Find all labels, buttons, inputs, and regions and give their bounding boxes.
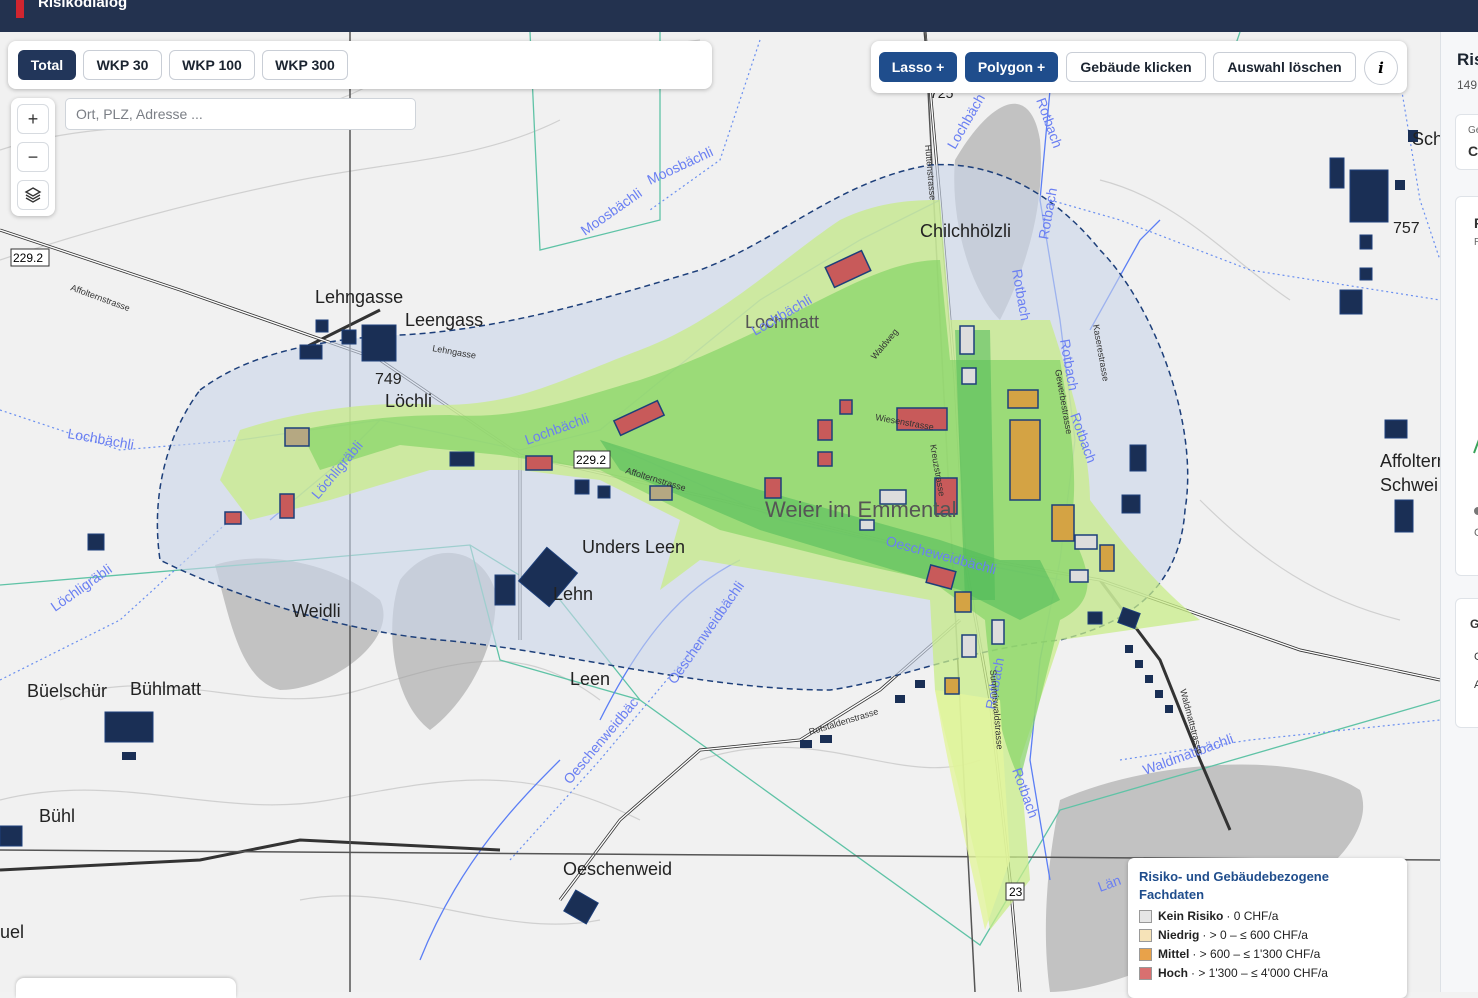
side-card-label: Ge (1468, 125, 1478, 136)
svg-text:Büelschür: Büelschür (27, 681, 107, 701)
zoom-in-button[interactable]: + (17, 104, 49, 134)
location-search-input[interactable] (65, 98, 416, 130)
tab-wkp300[interactable]: WKP 300 (262, 50, 348, 80)
status-dot (1474, 507, 1478, 515)
svg-text:Lehn: Lehn (553, 584, 593, 604)
legend-swatch-none (1139, 909, 1152, 923)
side-panel: Ris 149 Ge Cł R Ri G G G A (1440, 32, 1478, 992)
legend-item: Hoch · > 1'300 – ≤ 4'000 CHF/a (1139, 966, 1396, 980)
app-header: Risikodialog (0, 0, 1478, 32)
svg-text:Schwei: Schwei (1380, 475, 1438, 495)
side-card-buildings: G G A (1455, 598, 1478, 728)
legend-label: Mittel (1158, 947, 1190, 961)
svg-text:Leengass: Leengass (405, 310, 483, 330)
svg-text:Chilchhölzli: Chilchhölzli (920, 221, 1011, 241)
risk-curve-icon (1473, 439, 1478, 454)
legend-label: Kein Risiko (1158, 909, 1224, 923)
legend-item: Niedrig · > 0 – ≤ 600 CHF/a (1139, 928, 1396, 942)
legend-swatch-high (1139, 966, 1152, 980)
polygon-button[interactable]: Polygon + (965, 52, 1058, 82)
svg-text:Bühl: Bühl (39, 806, 75, 826)
bottom-panel-tab[interactable] (16, 978, 236, 998)
label-lehngasse: Lehngasse (315, 287, 403, 307)
legend-item: Kein Risiko · 0 CHF/a (1139, 909, 1396, 923)
side-card3-row: A (1474, 679, 1478, 691)
legend-swatch-low (1139, 928, 1152, 942)
tab-wkp30[interactable]: WKP 30 (83, 50, 162, 80)
side-card3-title: G (1470, 617, 1478, 631)
legend-range: · 0 CHF/a (1226, 909, 1279, 923)
svg-text:757: 757 (1393, 220, 1420, 237)
legend-range: · > 600 – ≤ 1'300 CHF/a (1192, 947, 1321, 961)
click-buildings-button[interactable]: Gebäude klicken (1066, 52, 1206, 82)
svg-text:Affoltern: Affoltern (1380, 451, 1440, 471)
svg-text:23: 23 (1009, 885, 1023, 899)
selection-toolbar: Lasso + Polygon + Gebäude klicken Auswah… (871, 41, 1407, 93)
svg-text:Weier im Emmental: Weier im Emmental (765, 497, 957, 522)
zoom-out-button[interactable]: − (17, 142, 49, 172)
tab-wkp100[interactable]: WKP 100 (169, 50, 255, 80)
tab-total[interactable]: Total (18, 50, 76, 80)
svg-text:749: 749 (375, 371, 402, 388)
map-svg[interactable]: Lehngasse Leengass Löchli Unders Leen We… (0, 32, 1440, 992)
svg-text:229.2: 229.2 (13, 251, 43, 265)
map-canvas[interactable]: Lehngasse Leengass Löchli Unders Leen We… (0, 32, 1440, 992)
legend-swatch-medium (1139, 947, 1152, 961)
side-count: 149 (1457, 78, 1478, 92)
svg-text:Oeschenweid: Oeschenweid (563, 859, 672, 879)
side-card2-title: R (1474, 215, 1478, 231)
side-card3-row: G (1474, 651, 1478, 663)
zoom-controls: + − (11, 98, 55, 216)
svg-text:Leen: Leen (570, 669, 610, 689)
info-button[interactable]: i (1364, 51, 1398, 85)
brand-accent (16, 0, 24, 18)
legend-title: Risiko- und Gebäudebezogene Fachdaten (1139, 869, 1329, 902)
risk-legend: Risiko- und Gebäudebezogene Fachdaten Ke… (1128, 858, 1407, 998)
legend-label: Hoch (1158, 966, 1188, 980)
legend-range: · > 0 – ≤ 600 CHF/a (1202, 928, 1308, 942)
lasso-button[interactable]: Lasso + (879, 52, 957, 82)
side-card-value: Cł (1468, 143, 1478, 159)
side-card2-sub: Ri (1474, 237, 1478, 248)
svg-text:Schw: Schw (1412, 129, 1440, 149)
app-title: Risikodialog (38, 0, 128, 11)
side-title: Ris (1457, 50, 1478, 69)
svg-text:Unders Leen: Unders Leen (582, 537, 685, 557)
side-card-risk: R Ri G (1455, 196, 1478, 576)
svg-text:Bühlmatt: Bühlmatt (130, 679, 201, 699)
clear-selection-button[interactable]: Auswahl löschen (1213, 52, 1356, 82)
side-card-general[interactable]: Ge Cł (1455, 114, 1478, 170)
legend-label: Niedrig (1158, 928, 1200, 942)
svg-text:Löchli: Löchli (385, 391, 432, 411)
scenario-panel: Total WKP 30 WKP 100 WKP 300 (8, 41, 712, 89)
legend-range: · > 1'300 – ≤ 4'000 CHF/a (1191, 966, 1328, 980)
svg-text:Weidli: Weidli (292, 601, 341, 621)
svg-text:229.2: 229.2 (576, 453, 606, 467)
legend-item: Mittel · > 600 – ≤ 1'300 CHF/a (1139, 947, 1396, 961)
svg-text:uel: uel (0, 922, 24, 942)
layers-icon (24, 187, 42, 203)
layers-button[interactable] (17, 180, 49, 210)
